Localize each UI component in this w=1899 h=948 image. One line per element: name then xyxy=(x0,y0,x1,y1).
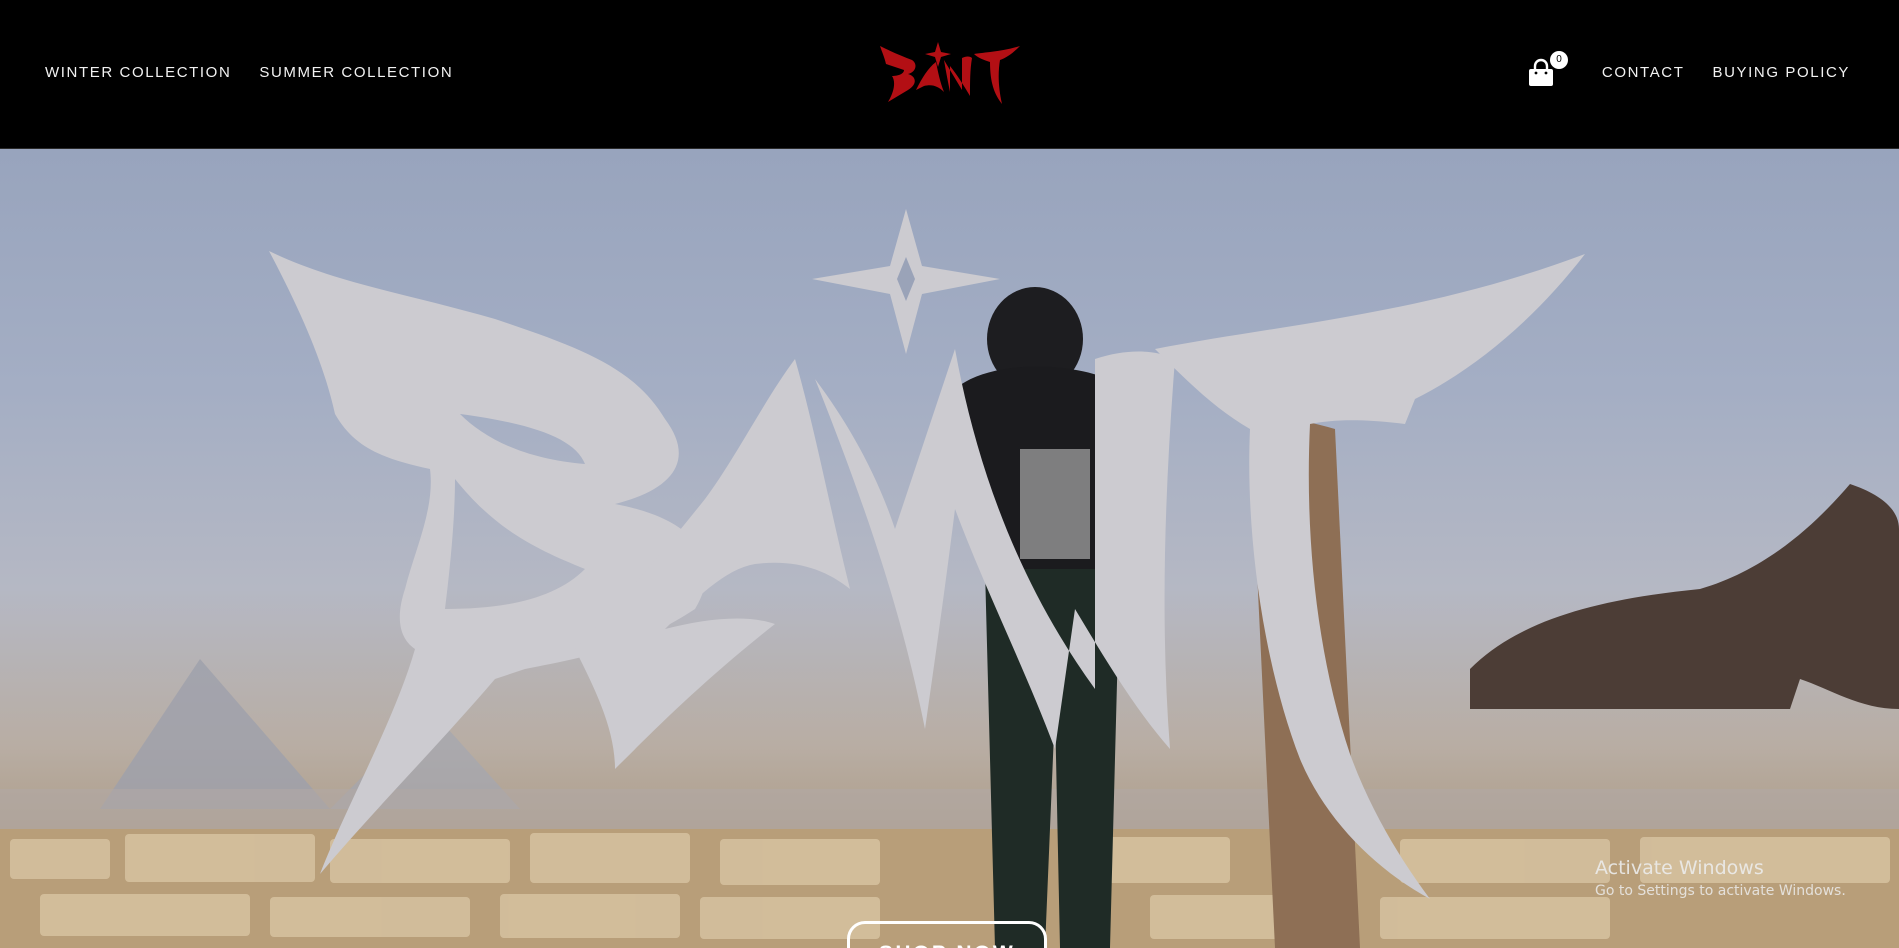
nav-right: CONTACT BUYING POLICY xyxy=(1602,64,1850,81)
activation-subtitle: Go to Settings to activate Windows. xyxy=(1595,883,1846,899)
nav-contact[interactable]: CONTACT xyxy=(1602,64,1685,81)
nav-summer-collection[interactable]: SUMMER COLLECTION xyxy=(259,64,453,81)
windows-activation-watermark: Activate Windows Go to Settings to activ… xyxy=(1595,857,1846,899)
cart-button[interactable]: 0 xyxy=(1526,51,1568,90)
nav-left: WINTER COLLECTION SUMMER COLLECTION xyxy=(45,64,453,81)
shop-now-button[interactable]: SHOP NOW xyxy=(847,921,1047,948)
nav-buying-policy[interactable]: BUYING POLICY xyxy=(1713,64,1851,81)
site-header: WINTER COLLECTION SUMMER COLLECTION 0 CO… xyxy=(0,0,1899,149)
cart-count-badge: 0 xyxy=(1550,51,1568,69)
brand-logo[interactable] xyxy=(878,42,1022,106)
nav-winter-collection[interactable]: WINTER COLLECTION xyxy=(45,64,231,81)
hero-section: SHOP NOW xyxy=(0,149,1899,948)
activation-title: Activate Windows xyxy=(1595,857,1764,879)
hero-wordmark-logo xyxy=(269,209,1585,899)
